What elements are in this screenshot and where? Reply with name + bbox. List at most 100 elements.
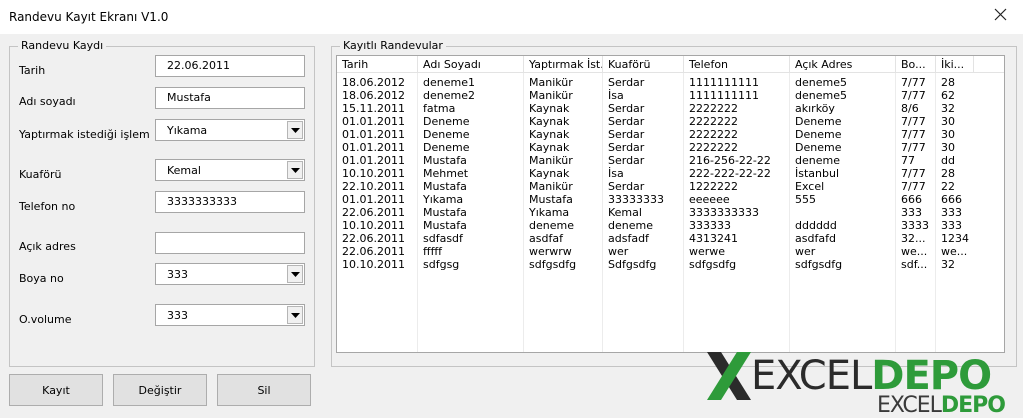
date-field[interactable]: 22.06.2011 <box>155 55 305 77</box>
table-cell: 10.10.2011 <box>342 219 405 232</box>
table-cell: 32 <box>941 102 955 115</box>
table-cell: 22.06.2011 <box>342 245 405 258</box>
dye-number-value: 333 <box>167 268 188 281</box>
service-select[interactable]: Yıkama <box>155 119 305 141</box>
table-cell: asdfaf <box>529 232 563 245</box>
table-cell: sdfgsg <box>423 258 460 271</box>
table-row[interactable]: 01.01.2011 Deneme Kaynak Serdar 2222222 Denem… <box>337 128 1004 141</box>
table-cell: 1111111111 <box>689 89 759 102</box>
table-row[interactable]: 01.01.2011 Yıkama Mustafa 33333333 eeeeee 555… <box>337 193 1004 206</box>
hairdresser-select[interactable]: Kemal <box>155 159 305 181</box>
hairdresser-label: Kuaförü <box>19 168 62 181</box>
table-cell: Deneme <box>423 128 470 141</box>
table-cell: 3333 <box>901 219 929 232</box>
table-cell: 2222222 <box>689 102 738 115</box>
table-row[interactable]: 10.10.2011 Mustafa deneme deneme 333333 ddddd… <box>337 219 1004 232</box>
table-row[interactable]: 10.10.2011 sdfgsg sdfgsdfg Sdfgsdfg sdfgsdfg… <box>337 258 1004 271</box>
chevron-down-icon <box>291 128 300 133</box>
appointments-list[interactable]: Tarih Adı Soyadı Yaptırmak İst. Kuaförü Tele… <box>336 55 1005 353</box>
table-cell: fffff <box>423 245 443 258</box>
table-cell: 2222222 <box>689 141 738 154</box>
table-cell: deneme1 <box>423 76 475 89</box>
table-cell: deneme <box>529 219 574 232</box>
table-row[interactable]: 01.01.2011 Deneme Kaynak Serdar 2222222 Denem… <box>337 115 1004 128</box>
table-cell: İstanbul <box>795 167 840 180</box>
service-dropdown-button[interactable] <box>287 121 303 139</box>
table-row[interactable]: 22.10.2011 Mustafa Manikür Serdar 1222222 Exc… <box>337 180 1004 193</box>
hairdresser-dropdown-button[interactable] <box>287 161 303 179</box>
dye-number-select[interactable]: 333 <box>155 263 305 285</box>
table-cell: 32... <box>901 232 926 245</box>
column-header[interactable]: Adı Soyadı <box>418 56 524 73</box>
table-row[interactable]: 01.01.2011 Mustafa Manikür Serdar 216-256-22… <box>337 154 1004 167</box>
delete-button[interactable]: Sil <box>217 374 311 406</box>
volume-dropdown-button[interactable] <box>287 306 303 324</box>
table-cell: 3333333333 <box>689 206 759 219</box>
table-cell: Mehmet <box>423 167 469 180</box>
table-cell: Kaynak <box>529 167 570 180</box>
table-cell: 01.01.2011 <box>342 141 405 154</box>
table-cell: we... <box>941 245 968 258</box>
column-header[interactable]: Telefon <box>684 56 790 73</box>
address-field[interactable] <box>155 232 305 254</box>
table-cell: 01.01.2011 <box>342 128 405 141</box>
table-cell: 333 <box>901 206 922 219</box>
dye-number-dropdown-button[interactable] <box>287 265 303 283</box>
name-field[interactable]: Mustafa <box>155 87 305 109</box>
table-cell: werwe <box>689 245 726 258</box>
table-cell: sdfasdf <box>423 232 463 245</box>
table-cell: Serdar <box>608 154 645 167</box>
close-icon <box>994 8 1007 21</box>
table-cell: deneme <box>608 219 653 232</box>
table-row[interactable]: 10.10.2011 Mehmet Kaynak İsa 222-222-22-22 İs… <box>337 167 1004 180</box>
table-cell: 666 <box>941 193 962 206</box>
table-row[interactable]: 15.11.2011 fatma Kaynak Serdar 2222222 akırkö… <box>337 102 1004 115</box>
table-row[interactable]: 18.06.2012 deneme2 Manikür İsa 1111111111 den… <box>337 89 1004 102</box>
table-row[interactable]: 22.06.2011 Mustafa Yıkama Kemal 3333333333 33… <box>337 206 1004 219</box>
table-cell: 4313241 <box>689 232 738 245</box>
table-row[interactable]: 22.06.2011 fffff werwrw wer werwe wer we... we.… <box>337 245 1004 258</box>
column-header[interactable]: Yaptırmak İst. <box>524 56 603 73</box>
table-cell: 1222222 <box>689 180 738 193</box>
table-cell: Deneme <box>423 141 470 154</box>
chevron-down-icon <box>291 313 300 318</box>
table-cell: Serdar <box>608 141 645 154</box>
column-header[interactable]: Kuaförü <box>603 56 684 73</box>
table-cell: werwrw <box>529 245 572 258</box>
excel-depo-logo: EXCELDEPO EXCELDEPO <box>705 350 1023 418</box>
window-title: Randevu Kayıt Ekranı V1.0 <box>9 10 169 24</box>
table-cell: akırköy <box>795 102 835 115</box>
table-cell: Mustafa <box>423 154 467 167</box>
table-cell: 7/77 <box>901 76 926 89</box>
table-cell: Serdar <box>608 76 645 89</box>
table-row[interactable]: 18.06.2012 deneme1 Manikür Serdar 1111111111… <box>337 76 1004 89</box>
table-cell: 22.06.2011 <box>342 232 405 245</box>
column-header[interactable]: Bo... <box>896 56 936 73</box>
title-bar: Randevu Kayıt Ekranı V1.0 <box>0 0 1023 34</box>
table-cell: eeeeee <box>689 193 730 206</box>
column-header[interactable]: Tarih <box>337 56 418 73</box>
table-row[interactable]: 22.06.2011 sdfasdf asdfaf adsfadf 4313241 asd… <box>337 232 1004 245</box>
table-row[interactable]: 01.01.2011 Deneme Kaynak Serdar 2222222 Denem… <box>337 141 1004 154</box>
table-cell: 28 <box>941 167 955 180</box>
logo-wordmark: EXCELDEPO <box>751 354 992 398</box>
column-header[interactable]: İki... <box>936 56 974 73</box>
table-cell: 2222222 <box>689 115 738 128</box>
volume-select[interactable]: 333 <box>155 304 305 326</box>
service-label: Yaptırmak istediği işlem <box>19 128 150 141</box>
table-cell: deneme5 <box>795 89 847 102</box>
table-cell: deneme2 <box>423 89 475 102</box>
table-cell: 22.10.2011 <box>342 180 405 193</box>
table-cell: Mustafa <box>423 206 467 219</box>
table-cell: 7/77 <box>901 180 926 193</box>
table-cell: Serdar <box>608 128 645 141</box>
table-cell: Deneme <box>795 141 842 154</box>
edit-button[interactable]: Değiştir <box>113 374 207 406</box>
table-cell: sdfgsdfg <box>689 258 737 271</box>
table-cell: 222-222-22-22 <box>689 167 771 180</box>
column-header[interactable]: Açık Adres <box>790 56 896 73</box>
logo-wordmark-small: EXCELDEPO <box>877 394 1006 418</box>
close-button[interactable] <box>983 1 1019 29</box>
save-button[interactable]: Kayıt <box>9 374 103 406</box>
phone-field[interactable]: 3333333333 <box>155 191 305 213</box>
